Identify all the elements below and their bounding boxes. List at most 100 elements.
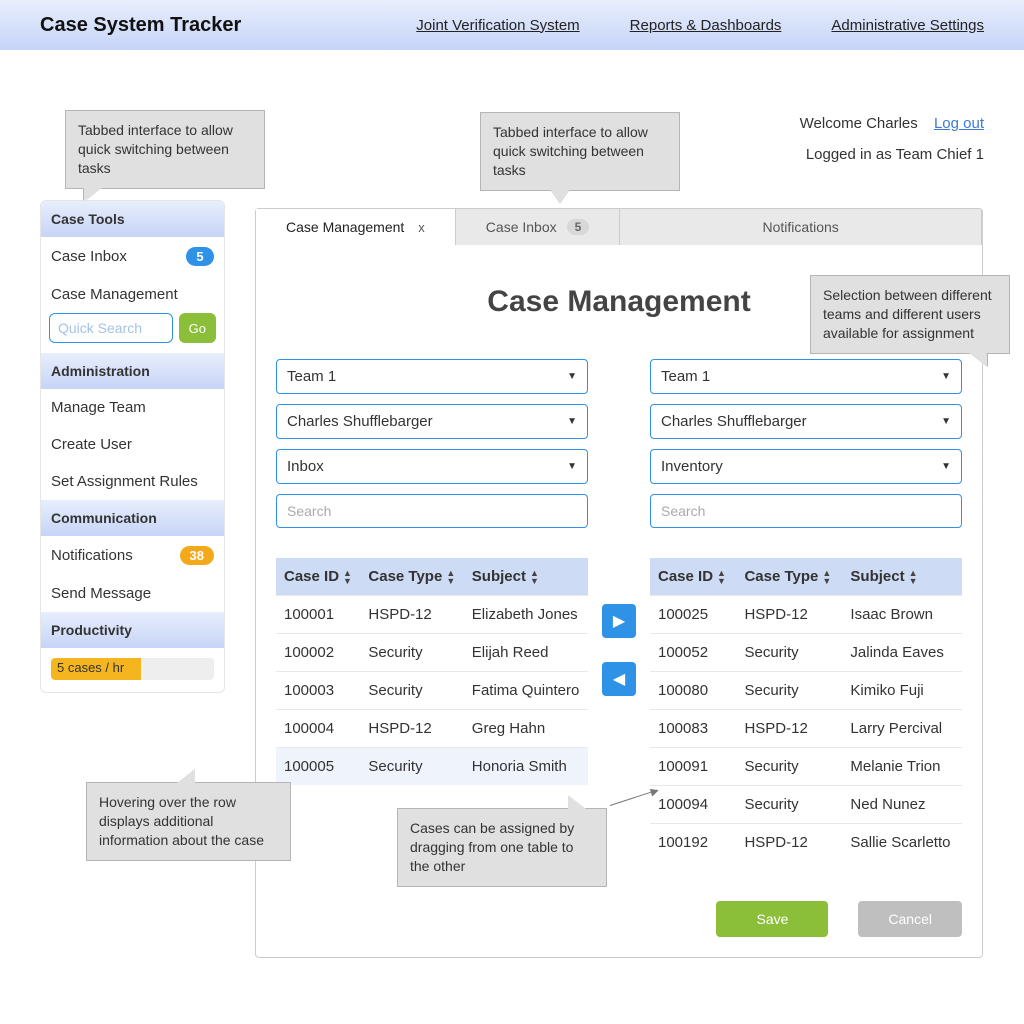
- cell-subject: Kimiko Fuji: [842, 672, 962, 710]
- nav-reports[interactable]: Reports & Dashboards: [630, 17, 782, 34]
- table-row[interactable]: 100025HSPD-12Isaac Brown: [650, 596, 962, 634]
- sidebar-item-manage-team[interactable]: Manage Team: [41, 389, 224, 426]
- cell-id: 100002: [276, 634, 360, 672]
- cell-type: HSPD-12: [736, 710, 842, 748]
- left-team-select[interactable]: Team 1 ▼: [276, 359, 588, 394]
- table-row[interactable]: 100052SecurityJalinda Eaves: [650, 634, 962, 672]
- chevron-down-icon: ▼: [567, 461, 577, 472]
- sidebar-item-notifications[interactable]: Notifications 38: [41, 536, 224, 575]
- chevron-down-icon: ▼: [941, 461, 951, 472]
- sidebar-item-create-user[interactable]: Create User: [41, 426, 224, 463]
- cell-id: 100004: [276, 710, 360, 748]
- nav-admin-settings[interactable]: Administrative Settings: [831, 17, 984, 34]
- notifications-badge: 38: [180, 546, 214, 565]
- select-value: Team 1: [287, 368, 336, 385]
- logout-link[interactable]: Log out: [934, 115, 984, 132]
- cell-type: Security: [736, 634, 842, 672]
- right-case-table: Case ID▲▼ Case Type▲▼ Subject▲▼ 100025HS…: [650, 558, 962, 861]
- tab-case-management[interactable]: Case Management x: [256, 209, 456, 245]
- cell-id: 100025: [650, 596, 736, 634]
- productivity-rate: 5 cases / hr: [57, 660, 124, 675]
- table-row[interactable]: 100083HSPD-12Larry Percival: [650, 710, 962, 748]
- table-row[interactable]: 100080SecurityKimiko Fuji: [650, 672, 962, 710]
- move-right-button[interactable]: ▶: [602, 604, 636, 638]
- quick-search-go-button[interactable]: Go: [179, 313, 216, 343]
- col-case-type[interactable]: Case Type▲▼: [736, 558, 842, 596]
- cell-subject: Elizabeth Jones: [464, 596, 588, 634]
- chevron-down-icon: ▼: [567, 416, 577, 427]
- chevron-down-icon: ▼: [941, 416, 951, 427]
- left-bucket-select[interactable]: Inbox▼: [276, 449, 588, 484]
- move-left-button[interactable]: ◀: [602, 662, 636, 696]
- cell-id: 100001: [276, 596, 360, 634]
- select-value: Team 1: [661, 368, 710, 385]
- table-row[interactable]: 100003SecurityFatima Quintero: [276, 672, 588, 710]
- save-button[interactable]: Save: [716, 901, 828, 937]
- sidebar-item-send-message[interactable]: Send Message: [41, 575, 224, 612]
- cell-subject: Honoria Smith: [464, 748, 588, 786]
- sidebar-section-administration: Administration: [41, 353, 224, 389]
- table-row[interactable]: 100094SecurityNed Nunez: [650, 786, 962, 824]
- cell-id: 100094: [650, 786, 736, 824]
- table-row[interactable]: 100192HSPD-12Sallie Scarletto: [650, 824, 962, 862]
- cell-subject: Ned Nunez: [842, 786, 962, 824]
- sidebar-item-case-management[interactable]: Case Management: [41, 276, 224, 313]
- top-nav: Case System Tracker Joint Verification S…: [0, 0, 1024, 50]
- quick-search-input[interactable]: [49, 313, 173, 343]
- nav-jvs[interactable]: Joint Verification System: [416, 17, 579, 34]
- sidebar-item-label: Set Assignment Rules: [51, 473, 198, 490]
- tab-badge: 5: [567, 219, 590, 235]
- sidebar-item-case-inbox[interactable]: Case Inbox 5: [41, 237, 224, 276]
- cell-id: 100005: [276, 748, 360, 786]
- transfer-column: ▶ ◀: [602, 359, 636, 861]
- cell-subject: Isaac Brown: [842, 596, 962, 634]
- tab-case-inbox[interactable]: Case Inbox 5: [456, 209, 621, 245]
- cell-id: 100083: [650, 710, 736, 748]
- cancel-button[interactable]: Cancel: [858, 901, 962, 937]
- cell-id: 100192: [650, 824, 736, 862]
- close-icon[interactable]: x: [418, 220, 425, 235]
- cell-subject: Melanie Trion: [842, 748, 962, 786]
- right-team-select[interactable]: Team 1▼: [650, 359, 962, 394]
- col-case-id[interactable]: Case ID▲▼: [650, 558, 736, 596]
- brand: Case System Tracker: [40, 14, 241, 37]
- sidebar-section-communication: Communication: [41, 500, 224, 536]
- welcome-block: Welcome Charles Log out Logged in as Tea…: [800, 115, 984, 163]
- cell-type: HSPD-12: [736, 596, 842, 634]
- welcome-text: Welcome Charles: [800, 115, 918, 132]
- table-row[interactable]: 100001HSPD-12Elizabeth Jones: [276, 596, 588, 634]
- left-user-select[interactable]: Charles Shufflebarger▼: [276, 404, 588, 439]
- left-pane: Team 1 ▼ Charles Shufflebarger▼ Inbox▼ Ca…: [276, 359, 588, 861]
- callout-hover: Hovering over the row displays additiona…: [86, 782, 291, 861]
- cell-subject: Greg Hahn: [464, 710, 588, 748]
- sort-icon: ▲▼: [343, 569, 352, 585]
- sort-icon: ▲▼: [909, 569, 918, 585]
- cell-subject: Sallie Scarletto: [842, 824, 962, 862]
- cell-id: 100091: [650, 748, 736, 786]
- right-search-input[interactable]: [650, 494, 962, 528]
- right-user-select[interactable]: Charles Shufflebarger▼: [650, 404, 962, 439]
- col-subject[interactable]: Subject▲▼: [842, 558, 962, 596]
- cell-type: HSPD-12: [360, 596, 463, 634]
- col-subject[interactable]: Subject▲▼: [464, 558, 588, 596]
- inbox-badge: 5: [186, 247, 214, 266]
- cell-type: HSPD-12: [360, 710, 463, 748]
- tab-notifications[interactable]: Notifications: [620, 209, 982, 245]
- select-value: Inventory: [661, 458, 723, 475]
- col-case-type[interactable]: Case Type▲▼: [360, 558, 463, 596]
- sidebar-item-label: Case Management: [51, 286, 178, 303]
- col-case-id[interactable]: Case ID▲▼: [276, 558, 360, 596]
- right-bucket-select[interactable]: Inventory ▼: [650, 449, 962, 484]
- callout-team-select: Selection between different teams and di…: [810, 275, 1010, 354]
- tab-label: Case Inbox: [486, 219, 557, 235]
- table-row[interactable]: 100002SecurityElijah Reed: [276, 634, 588, 672]
- cell-type: Security: [736, 748, 842, 786]
- table-row[interactable]: 100091SecurityMelanie Trion: [650, 748, 962, 786]
- chevron-down-icon: ▼: [567, 371, 577, 382]
- table-row[interactable]: 100005SecurityHonoria Smith: [276, 748, 588, 786]
- cell-type: Security: [736, 786, 842, 824]
- left-search-input[interactable]: [276, 494, 588, 528]
- sidebar-item-assignment-rules[interactable]: Set Assignment Rules: [41, 463, 224, 500]
- productivity-bar: 5 cases / hr: [51, 658, 214, 680]
- table-row[interactable]: 100004HSPD-12Greg Hahn: [276, 710, 588, 748]
